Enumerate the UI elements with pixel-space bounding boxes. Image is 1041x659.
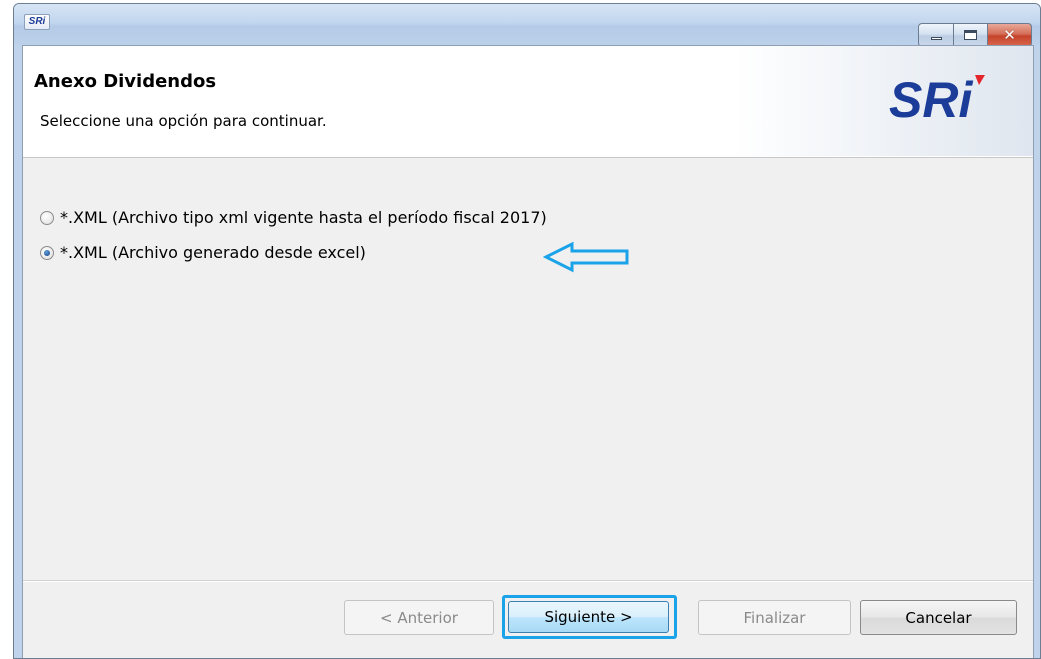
logo-accent (975, 75, 985, 85)
radio-button-selected[interactable] (40, 245, 54, 260)
wizard-content: Anexo Dividendos Seleccione una opción p… (22, 45, 1034, 658)
window-controls: ✕ (918, 23, 1032, 47)
close-button[interactable]: ✕ (988, 23, 1032, 47)
app-icon: SRi (24, 14, 50, 30)
option-xml-excel[interactable]: *.XML (Archivo generado desde excel) (40, 243, 366, 262)
arrow-left-icon (543, 241, 629, 273)
footer-divider (23, 580, 1033, 582)
maximize-icon (964, 30, 977, 40)
sri-logo-text: SRi (889, 72, 973, 127)
header-gradient (733, 46, 1033, 156)
page-title: Anexo Dividendos (34, 71, 217, 92)
option-xml-legacy[interactable]: *.XML (Archivo tipo xml vigente hasta el… (40, 208, 547, 227)
next-button[interactable]: Siguiente > (508, 601, 669, 633)
option-label: *.XML (Archivo generado desde excel) (60, 243, 366, 262)
sri-logo: SRi (889, 72, 985, 127)
page-subtitle: Seleccione una opción para continuar. (40, 112, 327, 130)
radio-button[interactable] (40, 210, 54, 225)
minimize-button[interactable] (918, 23, 954, 47)
maximize-button[interactable] (954, 23, 988, 47)
previous-button[interactable]: < Anterior (344, 600, 494, 635)
close-icon: ✕ (1003, 25, 1016, 44)
cancel-button[interactable]: Cancelar (860, 600, 1017, 635)
option-label: *.XML (Archivo tipo xml vigente hasta el… (60, 208, 547, 227)
minimize-icon (930, 37, 942, 40)
wizard-window: SRi ✕ Anexo Dividendos Seleccione una op… (13, 3, 1041, 659)
title-bar[interactable]: SRi ✕ (14, 4, 1040, 47)
wizard-header: Anexo Dividendos Seleccione una opción p… (23, 46, 1033, 158)
finish-button[interactable]: Finalizar (698, 600, 851, 635)
